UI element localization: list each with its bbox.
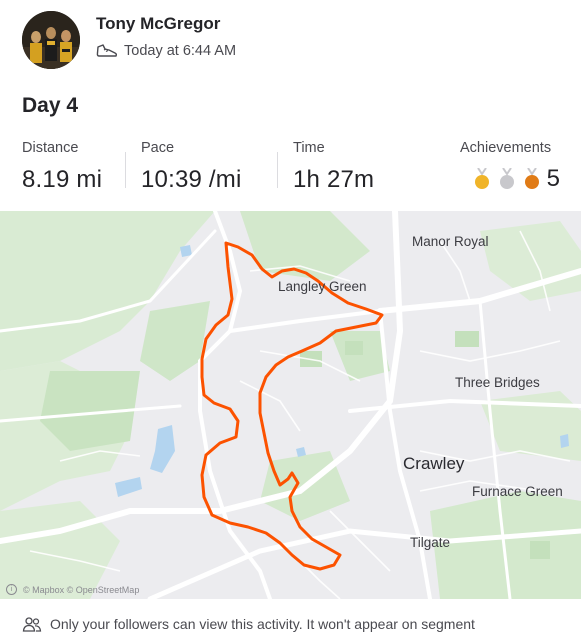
stat-label: Pace [141, 140, 175, 156]
route-map[interactable]: Manor Royal Langley Green Three Bridges … [0, 211, 581, 599]
privacy-notice: Only your followers can view this activi… [0, 608, 581, 640]
stat-label: Time [293, 140, 325, 156]
stat-divider [125, 152, 126, 188]
bronze-medal-icon [524, 167, 540, 190]
stat-achievements[interactable]: Achievements 5 [460, 140, 560, 200]
map-label-three-bridges: Three Bridges [455, 375, 540, 390]
achievements-row: 5 [460, 165, 560, 193]
activity-stats: Distance 8.19 mi Pace 10:39 /mi Time 1h … [0, 140, 581, 200]
avatar-image [22, 11, 80, 69]
stat-value: 8.19 mi [22, 166, 103, 193]
stat-label: Achievements [460, 140, 552, 156]
map-label-crawley: Crawley [403, 454, 465, 473]
map-label-langley-green: Langley Green [278, 279, 367, 294]
stat-divider [277, 152, 278, 188]
activity-meta: Today at 6:44 AM [96, 43, 236, 59]
map-label-manor-royal: Manor Royal [412, 234, 489, 249]
map-label-furnace-green: Furnace Green [472, 484, 563, 499]
athlete-avatar[interactable] [22, 11, 80, 69]
stat-value: 10:39 /mi [141, 166, 242, 193]
silver-medal-icon [499, 167, 515, 190]
activity-title: Day 4 [22, 94, 79, 117]
activity-header: Tony McGregor Today at 6:44 AM [0, 0, 581, 80]
stat-distance: Distance 8.19 mi [22, 140, 102, 200]
attribution-text: © Mapbox © OpenStreetMap [23, 584, 140, 595]
stat-time: Time 1h 27m [293, 140, 374, 200]
info-icon[interactable]: i [6, 584, 17, 595]
gold-medal-icon [474, 167, 490, 190]
map-attribution[interactable]: i © Mapbox © OpenStreetMap [6, 584, 139, 595]
map-label-tilgate: Tilgate [410, 535, 451, 550]
stat-pace: Pace 10:39 /mi [141, 140, 242, 200]
achievements-count: 5 [546, 165, 560, 192]
privacy-text: Only your followers can view this activi… [50, 616, 475, 632]
people-icon [22, 616, 42, 632]
shoe-icon [96, 43, 118, 59]
map-canvas [0, 211, 581, 599]
activity-timestamp: Today at 6:44 AM [124, 43, 237, 59]
stat-label: Distance [22, 140, 79, 156]
stat-value: 1h 27m [293, 166, 375, 193]
athlete-name[interactable]: Tony McGregor [96, 14, 220, 34]
